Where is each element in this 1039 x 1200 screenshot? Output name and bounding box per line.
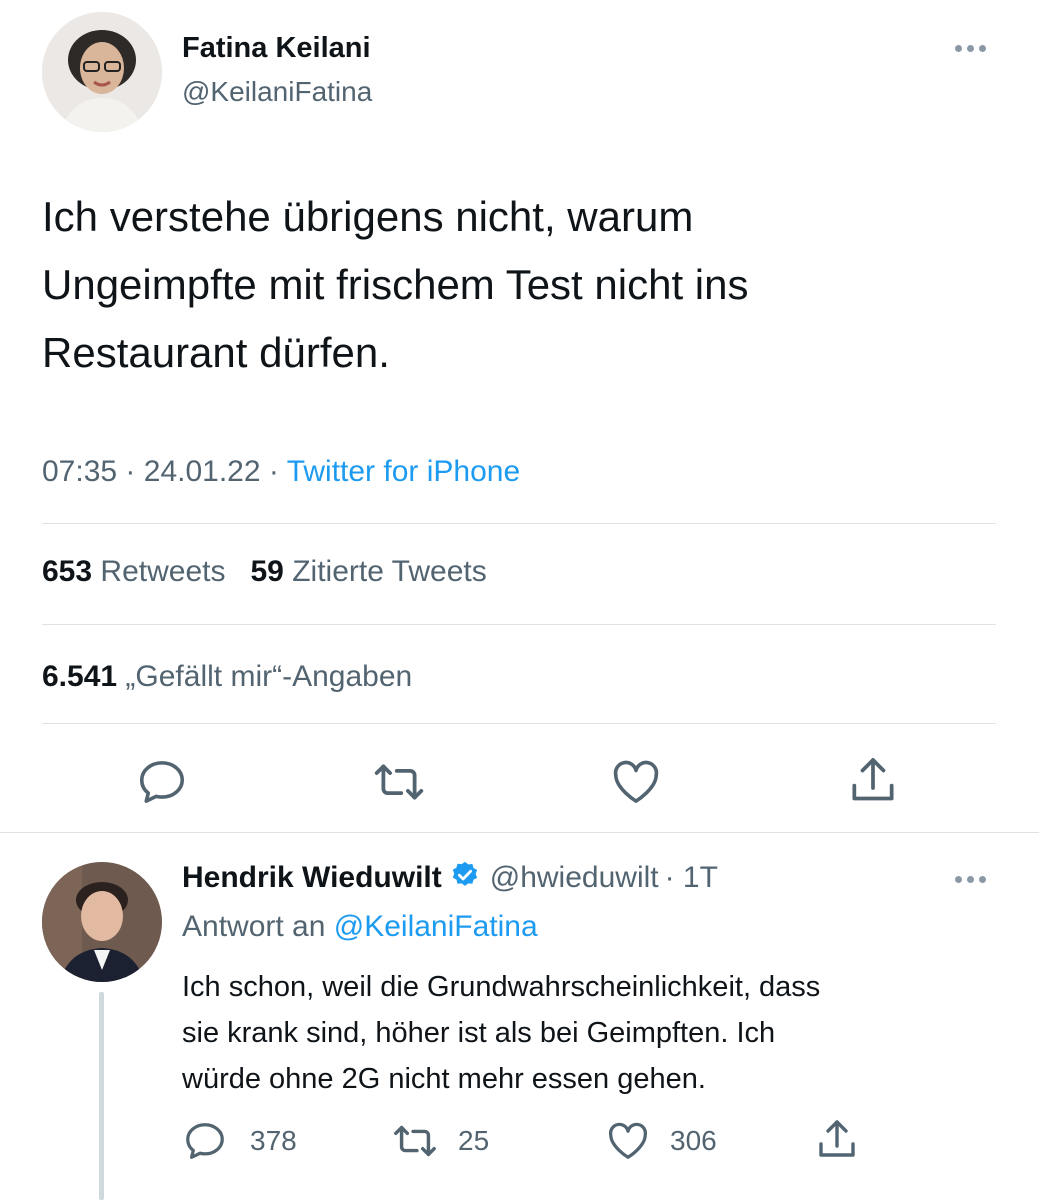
- verified-icon: [450, 860, 480, 895]
- author-avatar[interactable]: [42, 12, 162, 132]
- reply-text-line: Ich schon, weil die Grundwahrscheinlichk…: [182, 971, 821, 1003]
- tweet-text-line: Restaurant dürfen.: [42, 329, 390, 376]
- author-name[interactable]: Fatina Keilani: [182, 32, 371, 65]
- likes-label: „Gefällt mir“-Angaben: [125, 660, 413, 693]
- replying-to-prefix: Antwort an: [182, 910, 326, 943]
- meta-separator: ·: [125, 455, 136, 488]
- reply-age[interactable]: · 1T: [665, 861, 718, 895]
- retweets-count: 653: [42, 555, 93, 588]
- retweets-label: Retweets: [100, 555, 226, 588]
- reply-more-icon[interactable]: [955, 876, 986, 883]
- reply-author-name[interactable]: Hendrik Wieduwilt: [182, 861, 442, 895]
- divider: [0, 832, 1039, 833]
- tweet-text-line: Ungeimpfte mit frischem Test nicht ins: [42, 261, 749, 308]
- quotes-label: Zitierte Tweets: [292, 555, 487, 588]
- likes-stat[interactable]: 6.541 „Gefällt mir“-Angaben: [42, 660, 412, 694]
- share-icon[interactable]: [845, 753, 901, 809]
- reply-action-like[interactable]: 306: [604, 1118, 717, 1164]
- retweet-count: 25: [458, 1125, 490, 1156]
- replying-to-handle[interactable]: @KeilaniFatina: [334, 910, 538, 943]
- tweet-date[interactable]: 24.01.22: [144, 455, 261, 488]
- share-icon[interactable]: [813, 1116, 861, 1164]
- retweet-icon[interactable]: [370, 755, 428, 809]
- tweet-time[interactable]: 07:35: [42, 455, 117, 488]
- divider: [42, 624, 996, 625]
- likes-count: 6.541: [42, 660, 118, 693]
- quotes-stat[interactable]: 59 Zitierte Tweets: [250, 555, 486, 588]
- reply-text-line: würde ohne 2G nicht mehr essen gehen.: [182, 1063, 706, 1095]
- reply-count: 378: [250, 1125, 297, 1156]
- reply-text-line: sie krank sind, höher ist als bei Geimpf…: [182, 1017, 776, 1049]
- stats-row: 653 Retweets 59 Zitierte Tweets: [42, 555, 487, 589]
- author-handle[interactable]: @KeilaniFatina: [182, 76, 372, 108]
- divider: [42, 523, 996, 524]
- quotes-count: 59: [250, 555, 284, 588]
- like-icon[interactable]: [608, 755, 664, 809]
- reply-header: Hendrik Wieduwilt @hwieduwilt · 1T: [182, 860, 718, 895]
- reply-action-reply[interactable]: 378: [182, 1118, 297, 1164]
- divider: [42, 723, 996, 724]
- reply-action-retweet[interactable]: 25: [390, 1118, 489, 1164]
- like-icon: [604, 1118, 652, 1164]
- tweet-text-line: Ich verstehe übrigens nicht, warum: [42, 193, 694, 240]
- reply-author-avatar[interactable]: [42, 862, 162, 982]
- tweet-source-link[interactable]: Twitter for iPhone: [287, 455, 520, 488]
- reply-author-handle[interactable]: @hwieduwilt: [490, 861, 659, 895]
- tweet-text: Ich verstehe übrigens nicht, warum Ungei…: [42, 183, 1002, 387]
- tweet-meta: 07:35 · 24.01.22 · Twitter for iPhone: [42, 455, 520, 489]
- reply-icon[interactable]: [135, 755, 189, 809]
- reply-icon: [182, 1118, 228, 1164]
- replying-to: Antwort an @KeilaniFatina: [182, 910, 538, 944]
- meta-separator: ·: [268, 455, 279, 488]
- retweet-icon: [390, 1118, 440, 1164]
- like-count: 306: [670, 1125, 717, 1156]
- more-icon[interactable]: [955, 45, 986, 52]
- reply-text: Ich schon, weil die Grundwahrscheinlichk…: [182, 964, 1002, 1102]
- thread-line: [99, 992, 104, 1200]
- retweets-stat[interactable]: 653 Retweets: [42, 555, 225, 588]
